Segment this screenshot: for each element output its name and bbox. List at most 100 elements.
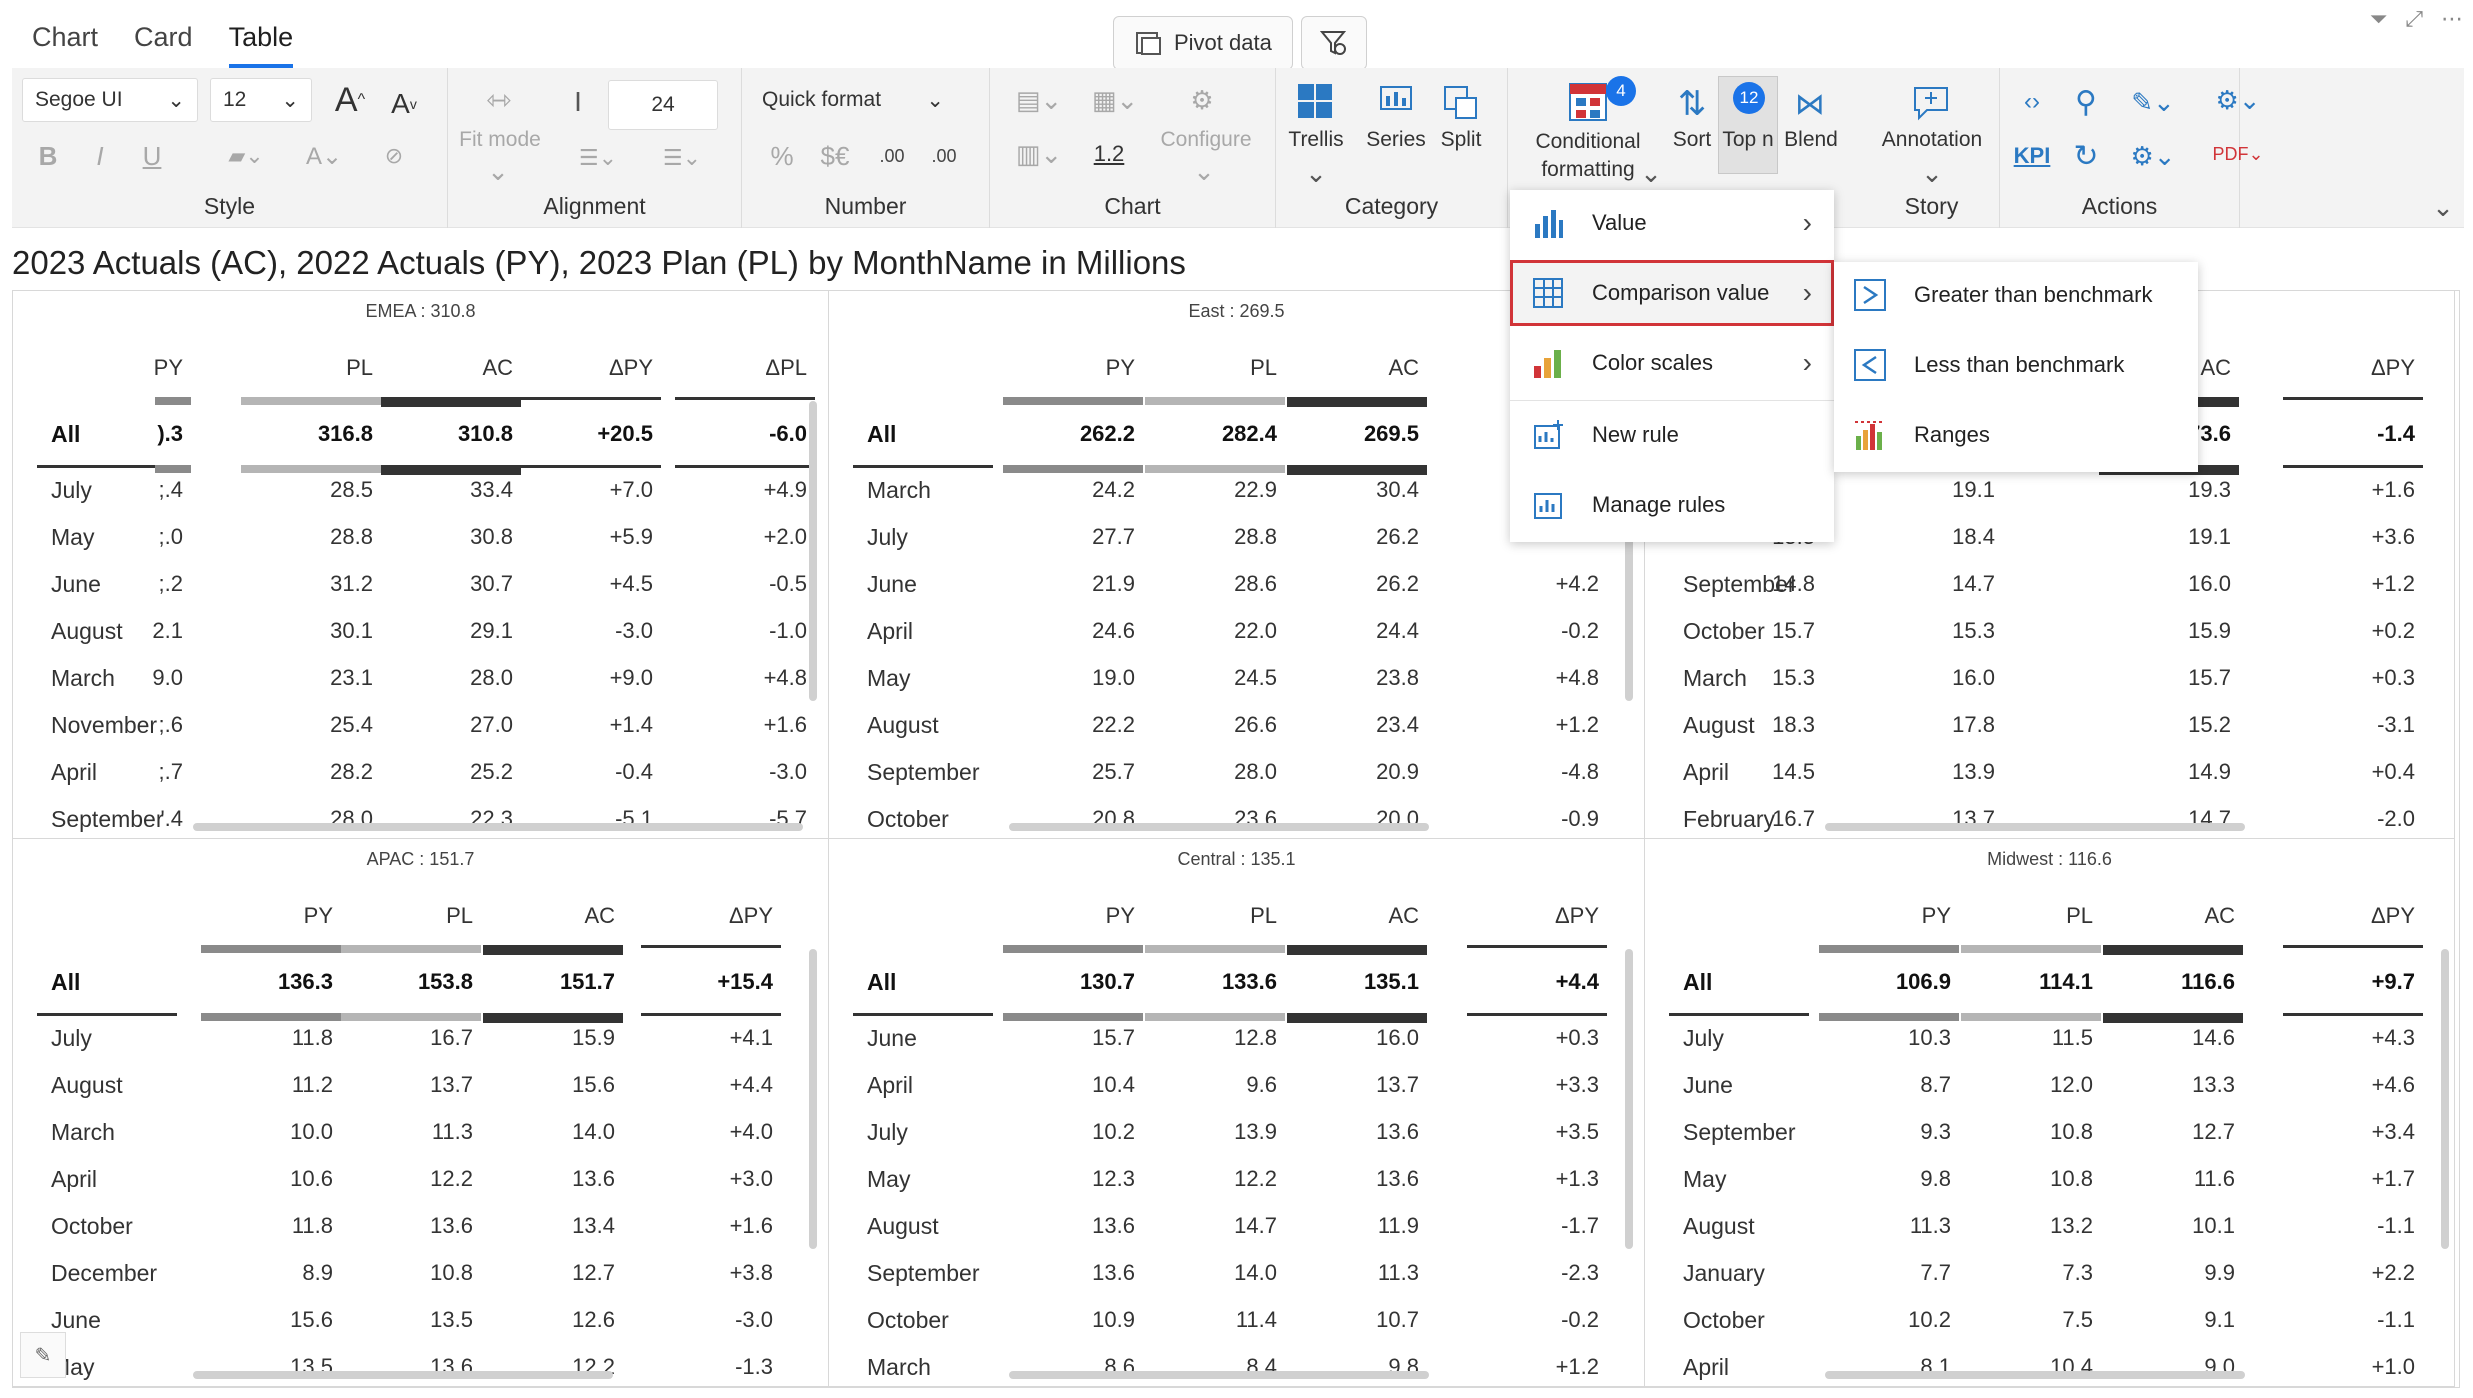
table-cell: -0.5 [769, 571, 807, 596]
horizontal-scrollbar[interactable] [1009, 1371, 1429, 1379]
increase-decimal-icon[interactable]: .00 [922, 136, 966, 176]
code-icon[interactable]: ‹› [2010, 82, 2054, 122]
total-cell: 130.7 [1079, 969, 1135, 994]
font-color-icon[interactable]: A⌄ [294, 134, 354, 178]
kpi-button[interactable]: KPI [2010, 136, 2054, 176]
table-cell: 30.8 [470, 524, 513, 549]
settings-icon[interactable]: ⚙⌄ [2118, 134, 2188, 178]
font-size-value: 12 [223, 88, 247, 111]
underline-icon[interactable]: U [134, 136, 170, 176]
layout-icon[interactable]: ▦⌄ [1084, 78, 1146, 122]
percent-icon[interactable]: % [762, 136, 802, 176]
more-icon[interactable]: ⋯ [2441, 6, 2463, 32]
total-underline [483, 1013, 623, 1023]
align-left-icon[interactable]: ☰⌄ [558, 138, 638, 178]
pdf-icon[interactable]: PDF⌄ [2198, 132, 2278, 176]
expand-icon[interactable]: ⤢ [2405, 6, 2423, 32]
trellis-icon[interactable] [1294, 80, 1336, 122]
row-label: April [867, 618, 914, 644]
horizontal-scrollbar[interactable] [1825, 823, 2245, 831]
chevron-down-icon[interactable]: ⌄ [1914, 158, 1950, 188]
chevron-down-icon[interactable]: ⌄ [1636, 158, 1666, 188]
table-cell: 18.4 [1952, 524, 1995, 549]
header-bar [381, 397, 521, 407]
chevron-down-icon[interactable]: ⌄ [1296, 158, 1336, 188]
table-cell: 2.1 [152, 618, 183, 643]
quick-format-select[interactable]: Quick format ⌄ [750, 78, 956, 122]
table-cell: +4.3 [2371, 1025, 2415, 1050]
tab-chart[interactable]: Chart [32, 18, 98, 68]
annotation-icon[interactable] [1908, 80, 1954, 124]
menu-item-new-rule[interactable]: New rule [1510, 402, 1834, 468]
split-icon[interactable] [1440, 82, 1480, 122]
collapse-ribbon-icon[interactable]: ⌄ [2428, 192, 2458, 222]
configure-icon[interactable]: ⚙ [1180, 78, 1224, 122]
series-icon[interactable] [1376, 82, 1416, 122]
conditional-formatting-icon[interactable] [1566, 80, 1610, 124]
table-cell: 13.3 [2192, 1072, 2235, 1097]
refresh-icon[interactable]: ↻ [2064, 134, 2108, 178]
export-settings-icon[interactable]: ⚙⌄ [2198, 78, 2278, 122]
edit-mode-icon[interactable]: ✎ [20, 1332, 66, 1378]
comparison-value-submenu: Greater than benchmark Less than benchma… [1834, 262, 2198, 472]
hide-icon[interactable]: ⊘ [370, 134, 418, 178]
line-height-icon[interactable]: I [558, 80, 598, 124]
align-vertical-icon[interactable]: ☰⌄ [642, 138, 722, 178]
table-cell: 15.3 [1952, 618, 1995, 643]
chevron-down-icon[interactable]: ⌄ [1186, 156, 1222, 186]
menu-item-comparison-value[interactable]: Comparison value › [1510, 260, 1834, 326]
row-label: August [867, 1213, 939, 1239]
row-divider [853, 465, 993, 468]
vertical-scrollbar[interactable] [2441, 949, 2449, 1249]
submenu-less-than[interactable]: Less than benchmark [1834, 332, 2198, 398]
vertical-scrollbar[interactable] [809, 949, 817, 1249]
table-cell: 15.2 [2188, 712, 2231, 737]
alignment-group-label: Alignment [543, 193, 646, 219]
total-cell: 282.4 [1221, 421, 1277, 446]
brush-icon[interactable]: ✎⌄ [2118, 80, 2188, 124]
total-underline [2283, 465, 2423, 468]
currency-icon[interactable]: $€ [810, 136, 860, 176]
font-name-select[interactable]: Segoe UI ⌄ [22, 78, 198, 122]
blend-icon[interactable]: ⋈ [1788, 82, 1832, 126]
decrease-decimal-icon[interactable]: .00 [870, 136, 914, 176]
table-cell: +1.2 [1555, 1354, 1599, 1379]
table-cell: +9.0 [609, 665, 653, 690]
tab-card[interactable]: Card [134, 18, 193, 68]
sort-icon[interactable]: ⇅ [1670, 82, 1714, 126]
bar-chart-icon[interactable]: ▤⌄ [1008, 78, 1070, 122]
italic-icon[interactable]: I [82, 136, 118, 176]
search-icon[interactable]: ⚲ [2064, 80, 2108, 124]
menu-item-color-scales[interactable]: Color scales › [1510, 330, 1834, 396]
submenu-ranges[interactable]: Ranges [1834, 402, 2198, 468]
table-cell: 12.8 [1234, 1025, 1277, 1050]
vertical-scrollbar[interactable] [1625, 949, 1633, 1249]
submenu-greater-than[interactable]: Greater than benchmark [1834, 262, 2198, 328]
line-height-input[interactable]: 24 [608, 80, 718, 130]
menu-item-manage-rules[interactable]: Manage rules [1510, 472, 1834, 538]
font-size-select[interactable]: 12 ⌄ [210, 78, 312, 122]
horizontal-scrollbar[interactable] [1825, 1371, 2245, 1379]
table-cell: -3.0 [735, 1307, 773, 1332]
filter-settings-button[interactable] [1300, 16, 1367, 70]
number-format-button[interactable]: 1.2 [1084, 132, 1134, 176]
table-cell: -3.1 [2377, 712, 2415, 737]
total-cell: 136.3 [277, 969, 333, 994]
increase-font-icon[interactable]: A ^ [328, 76, 372, 124]
bold-icon[interactable]: B [30, 136, 66, 176]
chevron-down-icon[interactable]: ⌄ [478, 156, 518, 186]
horizontal-scrollbar[interactable] [193, 823, 803, 831]
fit-mode-icon[interactable]: ⇿ [472, 78, 526, 122]
menu-item-value[interactable]: Value › [1510, 190, 1834, 256]
tab-table[interactable]: Table [228, 18, 294, 68]
filter-gear-icon [1319, 31, 1346, 55]
vertical-scrollbar[interactable] [809, 401, 817, 701]
chevron-right-icon: › [1802, 277, 1812, 308]
pivot-data-button[interactable]: Pivot data [1113, 16, 1293, 70]
horizontal-scrollbar[interactable] [193, 1371, 613, 1379]
decrease-font-icon[interactable]: Av [382, 80, 426, 128]
horizontal-scrollbar[interactable] [1009, 823, 1429, 831]
fill-color-icon[interactable]: ▰⌄ [216, 134, 276, 178]
filter-icon[interactable]: ⏷ [2370, 6, 2388, 32]
column-chart-icon[interactable]: ▥⌄ [1008, 132, 1070, 176]
